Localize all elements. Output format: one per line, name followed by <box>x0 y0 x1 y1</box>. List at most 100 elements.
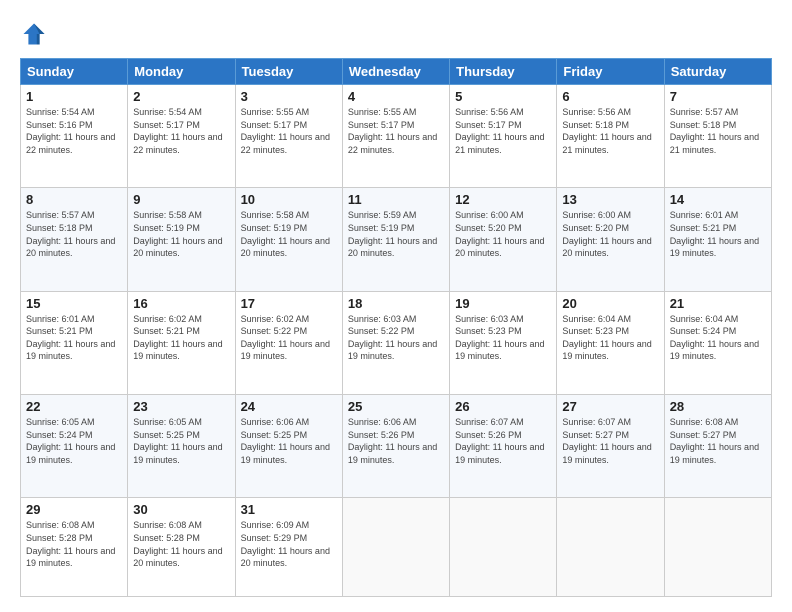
calendar-cell: 4 Sunrise: 5:55 AM Sunset: 5:17 PM Dayli… <box>342 85 449 188</box>
day-number: 29 <box>26 502 122 517</box>
day-info: Sunrise: 6:00 AM Sunset: 5:20 PM Dayligh… <box>562 210 651 258</box>
day-info: Sunrise: 6:07 AM Sunset: 5:26 PM Dayligh… <box>455 417 544 465</box>
column-header-tuesday: Tuesday <box>235 59 342 85</box>
calendar-cell: 28 Sunrise: 6:08 AM Sunset: 5:27 PM Dayl… <box>664 394 771 497</box>
calendar-cell <box>342 498 449 597</box>
calendar-cell: 16 Sunrise: 6:02 AM Sunset: 5:21 PM Dayl… <box>128 291 235 394</box>
day-info: Sunrise: 6:08 AM Sunset: 5:27 PM Dayligh… <box>670 417 759 465</box>
day-number: 23 <box>133 399 229 414</box>
calendar-cell: 23 Sunrise: 6:05 AM Sunset: 5:25 PM Dayl… <box>128 394 235 497</box>
week-row-2: 8 Sunrise: 5:57 AM Sunset: 5:18 PM Dayli… <box>21 188 772 291</box>
week-row-4: 22 Sunrise: 6:05 AM Sunset: 5:24 PM Dayl… <box>21 394 772 497</box>
day-number: 31 <box>241 502 337 517</box>
calendar-cell <box>557 498 664 597</box>
day-info: Sunrise: 6:03 AM Sunset: 5:22 PM Dayligh… <box>348 314 437 362</box>
calendar-cell: 1 Sunrise: 5:54 AM Sunset: 5:16 PM Dayli… <box>21 85 128 188</box>
calendar-cell: 7 Sunrise: 5:57 AM Sunset: 5:18 PM Dayli… <box>664 85 771 188</box>
calendar-cell: 9 Sunrise: 5:58 AM Sunset: 5:19 PM Dayli… <box>128 188 235 291</box>
calendar-cell <box>664 498 771 597</box>
day-number: 14 <box>670 192 766 207</box>
week-row-5: 29 Sunrise: 6:08 AM Sunset: 5:28 PM Dayl… <box>21 498 772 597</box>
calendar-cell: 12 Sunrise: 6:00 AM Sunset: 5:20 PM Dayl… <box>450 188 557 291</box>
calendar-cell <box>450 498 557 597</box>
calendar-cell: 13 Sunrise: 6:00 AM Sunset: 5:20 PM Dayl… <box>557 188 664 291</box>
day-number: 11 <box>348 192 444 207</box>
day-number: 6 <box>562 89 658 104</box>
calendar-header-row: SundayMondayTuesdayWednesdayThursdayFrid… <box>21 59 772 85</box>
calendar-cell: 15 Sunrise: 6:01 AM Sunset: 5:21 PM Dayl… <box>21 291 128 394</box>
column-header-friday: Friday <box>557 59 664 85</box>
day-info: Sunrise: 6:06 AM Sunset: 5:25 PM Dayligh… <box>241 417 330 465</box>
day-number: 27 <box>562 399 658 414</box>
day-info: Sunrise: 6:05 AM Sunset: 5:24 PM Dayligh… <box>26 417 115 465</box>
day-info: Sunrise: 6:09 AM Sunset: 5:29 PM Dayligh… <box>241 520 330 568</box>
calendar-cell: 11 Sunrise: 5:59 AM Sunset: 5:19 PM Dayl… <box>342 188 449 291</box>
calendar-cell: 5 Sunrise: 5:56 AM Sunset: 5:17 PM Dayli… <box>450 85 557 188</box>
week-row-1: 1 Sunrise: 5:54 AM Sunset: 5:16 PM Dayli… <box>21 85 772 188</box>
day-info: Sunrise: 6:02 AM Sunset: 5:21 PM Dayligh… <box>133 314 222 362</box>
day-number: 20 <box>562 296 658 311</box>
day-number: 24 <box>241 399 337 414</box>
day-number: 28 <box>670 399 766 414</box>
day-number: 26 <box>455 399 551 414</box>
day-number: 2 <box>133 89 229 104</box>
day-info: Sunrise: 5:54 AM Sunset: 5:16 PM Dayligh… <box>26 107 115 155</box>
day-info: Sunrise: 6:04 AM Sunset: 5:23 PM Dayligh… <box>562 314 651 362</box>
day-info: Sunrise: 6:00 AM Sunset: 5:20 PM Dayligh… <box>455 210 544 258</box>
day-number: 19 <box>455 296 551 311</box>
day-info: Sunrise: 5:58 AM Sunset: 5:19 PM Dayligh… <box>241 210 330 258</box>
calendar-cell: 21 Sunrise: 6:04 AM Sunset: 5:24 PM Dayl… <box>664 291 771 394</box>
day-info: Sunrise: 6:04 AM Sunset: 5:24 PM Dayligh… <box>670 314 759 362</box>
page: SundayMondayTuesdayWednesdayThursdayFrid… <box>0 0 792 612</box>
day-info: Sunrise: 6:01 AM Sunset: 5:21 PM Dayligh… <box>26 314 115 362</box>
logo <box>20 20 52 48</box>
day-number: 30 <box>133 502 229 517</box>
day-number: 3 <box>241 89 337 104</box>
day-number: 5 <box>455 89 551 104</box>
day-number: 1 <box>26 89 122 104</box>
day-info: Sunrise: 5:54 AM Sunset: 5:17 PM Dayligh… <box>133 107 222 155</box>
column-header-thursday: Thursday <box>450 59 557 85</box>
day-number: 13 <box>562 192 658 207</box>
day-number: 4 <box>348 89 444 104</box>
calendar-cell: 10 Sunrise: 5:58 AM Sunset: 5:19 PM Dayl… <box>235 188 342 291</box>
calendar-cell: 19 Sunrise: 6:03 AM Sunset: 5:23 PM Dayl… <box>450 291 557 394</box>
day-info: Sunrise: 6:05 AM Sunset: 5:25 PM Dayligh… <box>133 417 222 465</box>
day-info: Sunrise: 6:07 AM Sunset: 5:27 PM Dayligh… <box>562 417 651 465</box>
calendar-cell: 26 Sunrise: 6:07 AM Sunset: 5:26 PM Dayl… <box>450 394 557 497</box>
day-info: Sunrise: 6:08 AM Sunset: 5:28 PM Dayligh… <box>133 520 222 568</box>
day-info: Sunrise: 5:57 AM Sunset: 5:18 PM Dayligh… <box>670 107 759 155</box>
calendar-cell: 8 Sunrise: 5:57 AM Sunset: 5:18 PM Dayli… <box>21 188 128 291</box>
column-header-wednesday: Wednesday <box>342 59 449 85</box>
column-header-sunday: Sunday <box>21 59 128 85</box>
calendar-cell: 24 Sunrise: 6:06 AM Sunset: 5:25 PM Dayl… <box>235 394 342 497</box>
calendar-cell: 22 Sunrise: 6:05 AM Sunset: 5:24 PM Dayl… <box>21 394 128 497</box>
calendar-cell: 29 Sunrise: 6:08 AM Sunset: 5:28 PM Dayl… <box>21 498 128 597</box>
calendar-cell: 30 Sunrise: 6:08 AM Sunset: 5:28 PM Dayl… <box>128 498 235 597</box>
day-info: Sunrise: 6:02 AM Sunset: 5:22 PM Dayligh… <box>241 314 330 362</box>
calendar-cell: 3 Sunrise: 5:55 AM Sunset: 5:17 PM Dayli… <box>235 85 342 188</box>
day-number: 18 <box>348 296 444 311</box>
calendar-cell: 2 Sunrise: 5:54 AM Sunset: 5:17 PM Dayli… <box>128 85 235 188</box>
column-header-saturday: Saturday <box>664 59 771 85</box>
calendar-cell: 27 Sunrise: 6:07 AM Sunset: 5:27 PM Dayl… <box>557 394 664 497</box>
day-number: 10 <box>241 192 337 207</box>
day-info: Sunrise: 6:03 AM Sunset: 5:23 PM Dayligh… <box>455 314 544 362</box>
day-info: Sunrise: 5:55 AM Sunset: 5:17 PM Dayligh… <box>348 107 437 155</box>
day-number: 16 <box>133 296 229 311</box>
column-header-monday: Monday <box>128 59 235 85</box>
calendar-cell: 14 Sunrise: 6:01 AM Sunset: 5:21 PM Dayl… <box>664 188 771 291</box>
day-info: Sunrise: 5:59 AM Sunset: 5:19 PM Dayligh… <box>348 210 437 258</box>
calendar-table: SundayMondayTuesdayWednesdayThursdayFrid… <box>20 58 772 597</box>
day-info: Sunrise: 5:55 AM Sunset: 5:17 PM Dayligh… <box>241 107 330 155</box>
day-info: Sunrise: 5:58 AM Sunset: 5:19 PM Dayligh… <box>133 210 222 258</box>
day-number: 15 <box>26 296 122 311</box>
logo-icon <box>20 20 48 48</box>
day-number: 12 <box>455 192 551 207</box>
calendar-cell: 25 Sunrise: 6:06 AM Sunset: 5:26 PM Dayl… <box>342 394 449 497</box>
day-info: Sunrise: 6:01 AM Sunset: 5:21 PM Dayligh… <box>670 210 759 258</box>
day-info: Sunrise: 5:56 AM Sunset: 5:18 PM Dayligh… <box>562 107 651 155</box>
day-number: 22 <box>26 399 122 414</box>
day-number: 7 <box>670 89 766 104</box>
day-number: 25 <box>348 399 444 414</box>
